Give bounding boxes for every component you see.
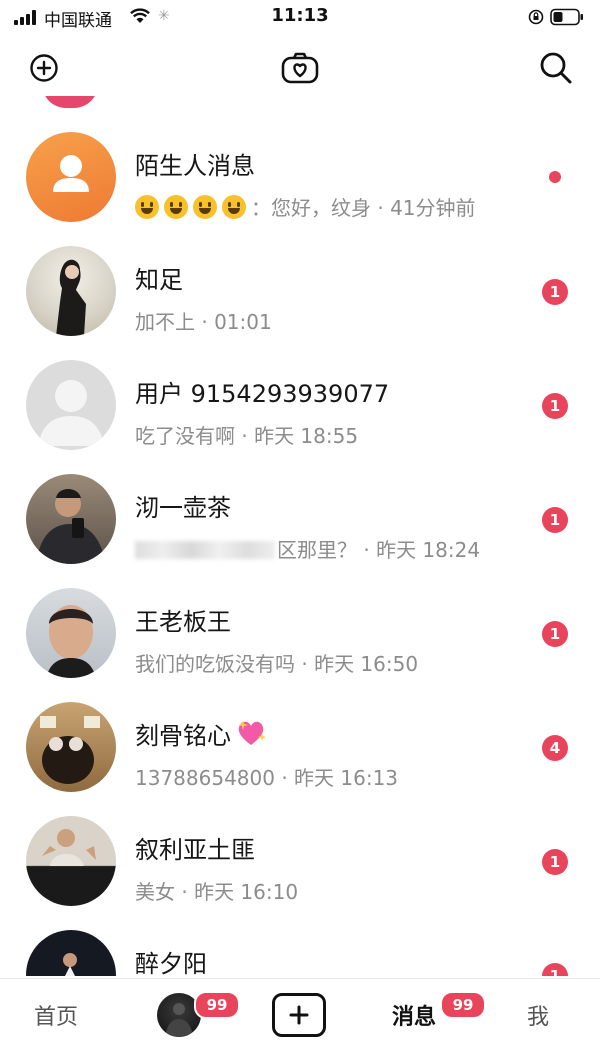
conversation-preview: 吃了没有啊 · 昨天 18:55 (135, 424, 359, 448)
search-icon[interactable] (534, 46, 578, 90)
avatar (42, 96, 98, 108)
messages-badge: 99 (440, 991, 486, 1019)
conversation-name: 叙利亚土匪 (135, 836, 255, 864)
conversation-row[interactable]: 知足 加不上 · 01:01 1 (0, 236, 600, 350)
friend-badge: 99 (194, 991, 240, 1019)
default-avatar (26, 360, 116, 450)
grin-emoji-icon (222, 195, 246, 219)
tab-messages[interactable]: 消息 (392, 999, 436, 1031)
unread-badge: 4 (542, 735, 568, 761)
add-circle-icon[interactable] (22, 46, 66, 90)
tab-me[interactable]: 我 (527, 999, 549, 1031)
conversation-row[interactable]: 用户 9154293939077 吃了没有啊 · 昨天 18:55 1 (0, 350, 600, 464)
grin-emoji-icon (135, 195, 159, 219)
conversation-preview: 区那里？ · 昨天 18:24 (135, 534, 480, 563)
avatar (26, 474, 116, 564)
user-icon (53, 155, 89, 192)
status-bar: 中国联通 ✳ 11:13 (0, 0, 600, 36)
unread-badge: 1 (542, 393, 568, 419)
unread-badge: 1 (542, 849, 568, 875)
sparkling-heart-icon (238, 720, 266, 745)
conversation-list[interactable]: 陌生人消息 ：您好，纹身 · 41分钟前 知足 加不上 · 01:01 1 用户… (0, 96, 600, 976)
top-bar (0, 40, 600, 96)
user-icon (38, 380, 104, 446)
preview-text: ：您好，纹身 · 41分钟前 (251, 196, 476, 220)
conversation-name: 王老板王 (135, 608, 231, 636)
redacted-text (135, 541, 275, 559)
avatar (26, 816, 116, 906)
conversation-name: 沏一壶茶 (135, 494, 231, 522)
conversation-name: 刻骨铭心 (135, 716, 267, 751)
conversation-row-stranger-messages[interactable]: 陌生人消息 ：您好，纹身 · 41分钟前 (0, 122, 600, 236)
clock: 11:13 (271, 5, 329, 26)
stranger-avatar (26, 132, 116, 222)
tab-home[interactable]: 首页 (34, 999, 78, 1031)
preview-text: 区那里？ · 昨天 18:24 (277, 538, 481, 562)
conversation-name: 用户 9154293939077 (135, 380, 390, 408)
grin-emoji-icon (164, 195, 188, 219)
grin-emoji-icon (193, 195, 217, 219)
conversation-row[interactable]: 沏一壶茶 区那里？ · 昨天 18:24 1 (0, 464, 600, 578)
conversation-name: 知足 (135, 266, 183, 294)
conversation-preview: 13788654800 · 昨天 16:13 (135, 766, 399, 790)
bottom-tab-bar: 首页 99 消息 99 我 (0, 978, 600, 1056)
publish-plus-button[interactable] (272, 993, 326, 1037)
avatar (26, 246, 116, 336)
conversation-preview: 美女 · 昨天 16:10 (135, 880, 299, 904)
conversation-name: 醉夕阳 (135, 950, 207, 976)
plus-icon (289, 1005, 309, 1025)
heart-camera-icon[interactable] (278, 46, 322, 90)
conversation-row[interactable]: 叙利亚土匪 美女 · 昨天 16:10 1 (0, 806, 600, 920)
unread-dot (549, 171, 561, 183)
avatar (26, 930, 116, 976)
name-text: 刻骨铭心 (135, 722, 231, 750)
unread-badge: 1 (542, 279, 568, 305)
rotation-lock-icon (528, 9, 544, 25)
conversation-preview: 我们的吃饭没有吗 · 昨天 16:50 (135, 652, 419, 676)
conversation-row[interactable]: 刻骨铭心 13788654800 · 昨天 16:13 4 (0, 692, 600, 806)
conversation-row[interactable]: 王老板王 我们的吃饭没有吗 · 昨天 16:50 1 (0, 578, 600, 692)
conversation-preview: ：您好，纹身 · 41分钟前 (135, 192, 476, 221)
unread-badge: 1 (542, 507, 568, 533)
conversation-row[interactable]: 醉夕阳 1 (0, 920, 600, 976)
battery-icon (550, 8, 583, 26)
avatar (26, 702, 116, 792)
unread-badge: 1 (542, 963, 568, 976)
conversation-preview: 加不上 · 01:01 (135, 310, 272, 334)
unread-badge: 1 (542, 621, 568, 647)
avatar (26, 588, 116, 678)
conversation-name: 陌生人消息 (135, 152, 255, 180)
